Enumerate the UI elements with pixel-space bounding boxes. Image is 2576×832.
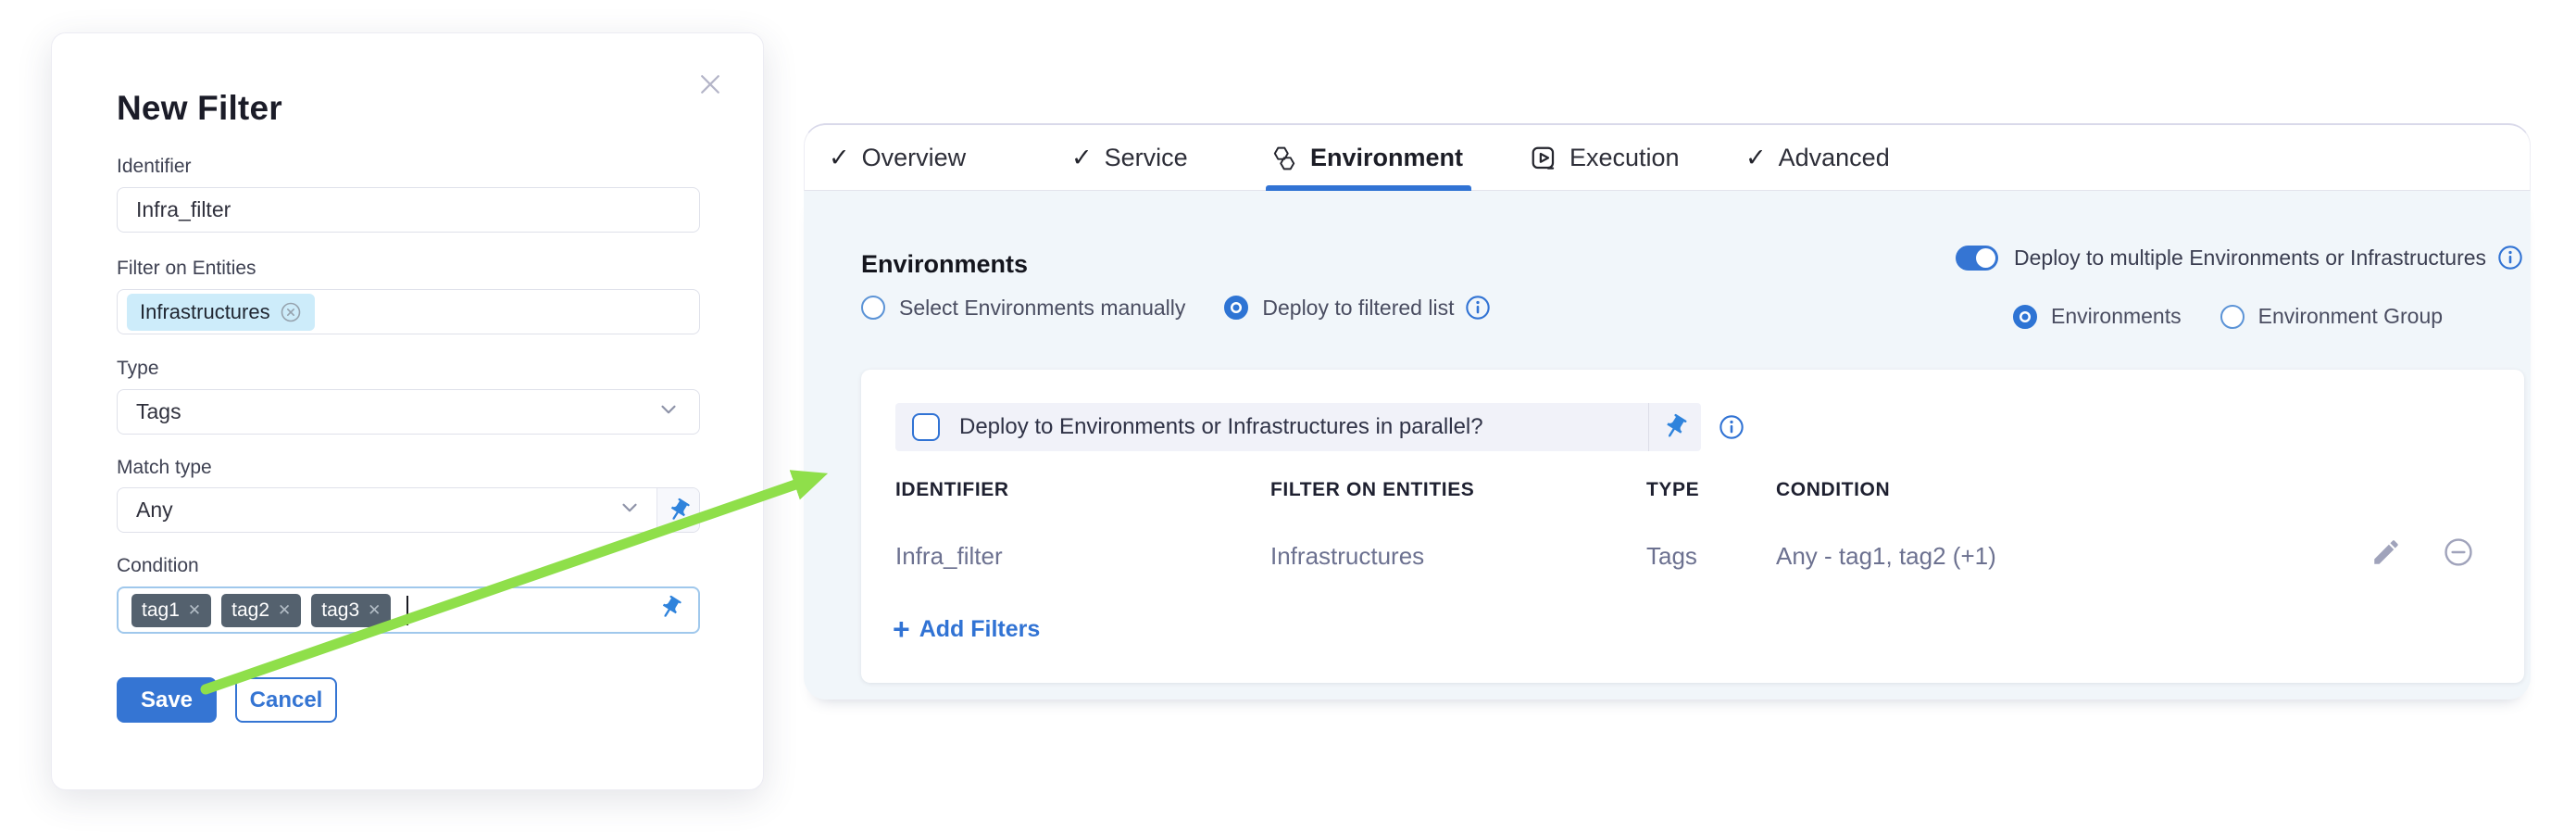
tag-remove-icon[interactable]: ✕ bbox=[278, 602, 291, 618]
tag-chip-label: tag2 bbox=[231, 599, 269, 622]
tab-overview[interactable]: ✓ Overview bbox=[829, 125, 966, 191]
page: New Filter Identifier Infra_filter Filte… bbox=[0, 0, 2576, 832]
chevron-down-icon bbox=[618, 496, 642, 525]
multi-env-toggle[interactable] bbox=[1956, 246, 1998, 271]
check-icon: ✓ bbox=[1745, 144, 1767, 172]
identifier-label: Identifier bbox=[117, 156, 192, 178]
row-identifier: Infra_filter bbox=[895, 542, 1003, 571]
radio-deploy-filtered[interactable] bbox=[1224, 296, 1248, 320]
col-header-identifier: IDENTIFIER bbox=[895, 479, 1009, 501]
check-icon: ✓ bbox=[829, 144, 850, 172]
filters-card: Deploy to Environments or Infrastructure… bbox=[861, 370, 2524, 683]
tab-advanced[interactable]: ✓ Advanced bbox=[1745, 125, 1890, 191]
entity-chip-label: Infrastructures bbox=[140, 300, 270, 324]
pin-icon bbox=[1661, 413, 1689, 441]
close-icon[interactable] bbox=[696, 70, 724, 98]
parallel-checkbox-label[interactable]: Deploy to Environments or Infrastructure… bbox=[959, 414, 1483, 440]
stage-tabbar: ✓ Overview ✓ Service Environment bbox=[804, 123, 2531, 191]
radio-environments[interactable] bbox=[2013, 305, 2037, 329]
condition-tag-chip: tag1 ✕ bbox=[131, 594, 211, 627]
filter-on-entities-label: Filter on Entities bbox=[117, 258, 256, 280]
radio-deploy-filtered-label[interactable]: Deploy to filtered list bbox=[1262, 296, 1454, 321]
col-header-filter-on-entities: FILTER ON ENTITIES bbox=[1270, 479, 1474, 501]
tab-label: Service bbox=[1105, 144, 1188, 172]
entity-chip: Infrastructures bbox=[127, 294, 315, 331]
plus-icon: + bbox=[893, 614, 910, 644]
tab-service[interactable]: ✓ Service bbox=[1071, 125, 1188, 191]
tab-execution[interactable]: Execution bbox=[1530, 125, 1680, 191]
tab-label: Environment bbox=[1310, 144, 1463, 172]
col-header-condition: CONDITION bbox=[1776, 479, 1890, 501]
add-filters-label: Add Filters bbox=[919, 616, 1041, 643]
text-cursor bbox=[406, 596, 408, 625]
check-icon: ✓ bbox=[1071, 144, 1093, 172]
environments-heading: Environments bbox=[861, 250, 1028, 279]
match-type-label: Match type bbox=[117, 457, 212, 479]
condition-tag-chip: tag3 ✕ bbox=[311, 594, 391, 627]
filter-on-entities-input[interactable]: Infrastructures bbox=[117, 289, 700, 334]
identifier-value: Infra_filter bbox=[136, 197, 231, 222]
col-header-type: TYPE bbox=[1646, 479, 1699, 501]
row-type: Tags bbox=[1646, 542, 1697, 571]
tag-chip-label: tag1 bbox=[142, 599, 180, 622]
tag-chip-label: tag3 bbox=[321, 599, 359, 622]
multi-env-toggle-label[interactable]: Deploy to multiple Environments or Infra… bbox=[2014, 246, 2486, 271]
tab-label: Execution bbox=[1569, 144, 1680, 172]
match-type-select[interactable]: Any bbox=[117, 487, 700, 533]
condition-label: Condition bbox=[117, 555, 199, 577]
parallel-checkbox-row: Deploy to Environments or Infrastructure… bbox=[895, 403, 1701, 451]
type-select[interactable]: Tags bbox=[117, 389, 700, 435]
save-button[interactable]: Save bbox=[117, 677, 217, 723]
condition-tag-chip: tag2 ✕ bbox=[221, 594, 301, 627]
match-type-value: Any bbox=[136, 498, 173, 523]
radio-environment-group[interactable] bbox=[2220, 305, 2245, 329]
tag-remove-icon[interactable]: ✕ bbox=[188, 602, 201, 618]
pin-icon bbox=[666, 498, 692, 523]
add-filters-button[interactable]: + Add Filters bbox=[893, 614, 1040, 644]
chip-remove-circle-icon[interactable] bbox=[280, 301, 302, 323]
radio-select-manually[interactable] bbox=[861, 296, 885, 320]
pipeline-stage-panel: ✓ Overview ✓ Service Environment bbox=[804, 123, 2531, 700]
type-label: Type bbox=[117, 358, 159, 380]
info-icon[interactable] bbox=[2497, 245, 2523, 271]
row-condition: Any - tag1, tag2 (+1) bbox=[1776, 542, 1996, 571]
tag-remove-icon[interactable]: ✕ bbox=[368, 602, 381, 618]
tab-label: Advanced bbox=[1779, 144, 1890, 172]
tab-label: Overview bbox=[862, 144, 967, 172]
multi-env-toggle-row: Deploy to multiple Environments or Infra… bbox=[1956, 245, 2523, 271]
edit-pencil-icon[interactable] bbox=[2370, 536, 2402, 568]
environment-select-mode-radios: Select Environments manually Deploy to f… bbox=[861, 295, 1491, 321]
radio-environment-group-label[interactable]: Environment Group bbox=[2258, 304, 2443, 329]
info-icon[interactable] bbox=[1465, 295, 1491, 321]
condition-input[interactable]: tag1 ✕ tag2 ✕ tag3 ✕ bbox=[117, 586, 700, 634]
tab-environment[interactable]: Environment bbox=[1270, 125, 1463, 191]
modal-title: New Filter bbox=[117, 89, 282, 128]
new-filter-modal: New Filter Identifier Infra_filter Filte… bbox=[51, 32, 764, 790]
execution-icon bbox=[1530, 145, 1557, 172]
pin-button[interactable] bbox=[657, 488, 699, 532]
row-filter-on-entities: Infrastructures bbox=[1270, 542, 1424, 571]
environment-icon bbox=[1270, 145, 1298, 172]
pin-button[interactable] bbox=[1649, 413, 1701, 441]
type-value: Tags bbox=[136, 399, 181, 424]
parallel-checkbox[interactable] bbox=[912, 413, 940, 441]
environment-scope-radios: Environments Environment Group bbox=[2013, 304, 2443, 329]
environment-tab-content: Environments Select Environments manuall… bbox=[804, 191, 2531, 700]
radio-environments-label[interactable]: Environments bbox=[2051, 304, 2182, 329]
cancel-button[interactable]: Cancel bbox=[235, 677, 337, 723]
identifier-input[interactable]: Infra_filter bbox=[117, 187, 700, 233]
radio-select-manually-label[interactable]: Select Environments manually bbox=[899, 296, 1185, 321]
info-icon[interactable] bbox=[1719, 414, 1744, 440]
remove-minus-circle-icon[interactable] bbox=[2443, 536, 2474, 568]
pin-icon[interactable] bbox=[657, 595, 683, 626]
chevron-down-icon bbox=[657, 397, 681, 427]
